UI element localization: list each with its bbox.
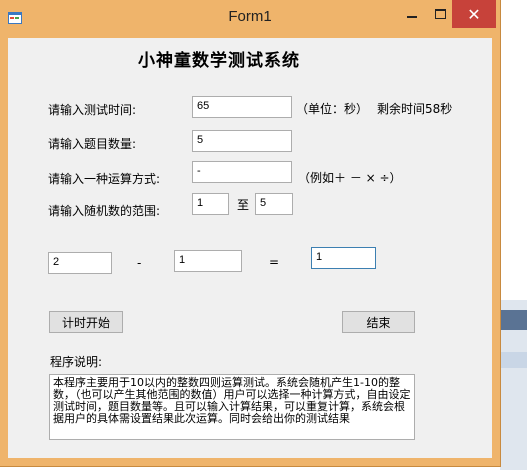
- form-client-area: 小神童数学测试系统 请输入测试时间: 65 （单位：秒） 剩余时间58秒 请输入…: [8, 38, 492, 458]
- description-label: 程序说明:: [50, 355, 103, 369]
- time-label: 请输入测试时间:: [48, 103, 137, 117]
- title-bar[interactable]: Form1 ✕: [0, 0, 500, 38]
- maximize-icon: [434, 9, 446, 19]
- background-bar: [500, 310, 527, 330]
- unit-text: （单位：秒）: [296, 102, 369, 116]
- time-input[interactable]: 65: [192, 96, 292, 118]
- background-window-edge: [500, 300, 527, 470]
- page-title: 小神童数学测试系统: [138, 51, 300, 71]
- operation-example: （例如＋ － × ÷）: [298, 171, 402, 185]
- count-label: 请输入题目数量:: [48, 137, 137, 151]
- operand1-field[interactable]: 2: [48, 252, 112, 274]
- remaining-time-text: 剩余时间58秒: [377, 102, 453, 116]
- equals-label: =: [269, 255, 280, 269]
- range-to-label: 至: [237, 198, 250, 212]
- range-min-input[interactable]: 1: [192, 193, 229, 215]
- close-button[interactable]: ✕: [452, 0, 496, 28]
- operation-label: 请输入一种运算方式:: [48, 172, 161, 186]
- range-label: 请输入随机数的范围:: [48, 204, 161, 218]
- operation-input[interactable]: -: [192, 161, 292, 183]
- close-icon: ✕: [467, 4, 481, 24]
- range-max-input[interactable]: 5: [255, 193, 293, 215]
- count-input[interactable]: 5: [192, 130, 292, 152]
- start-timer-button[interactable]: 计时开始: [49, 311, 123, 333]
- maximize-button[interactable]: [426, 0, 454, 28]
- minimize-button[interactable]: [398, 0, 426, 28]
- answer-input[interactable]: 1: [311, 247, 376, 269]
- form-window: Form1 ✕ 小神童数学测试系统 请输入测试时间: 65 （单位：秒） 剩余时…: [0, 0, 500, 466]
- operand2-field[interactable]: 1: [174, 250, 242, 272]
- background-bar-light: [500, 352, 527, 368]
- operator-label: -: [137, 256, 142, 270]
- description-textbox[interactable]: 本程序主要用于10以内的整数四则运算测试。系统会随机产生1-10的整数，（也可以…: [49, 374, 415, 440]
- end-button[interactable]: 结束: [342, 311, 415, 333]
- minimize-icon: [407, 16, 417, 18]
